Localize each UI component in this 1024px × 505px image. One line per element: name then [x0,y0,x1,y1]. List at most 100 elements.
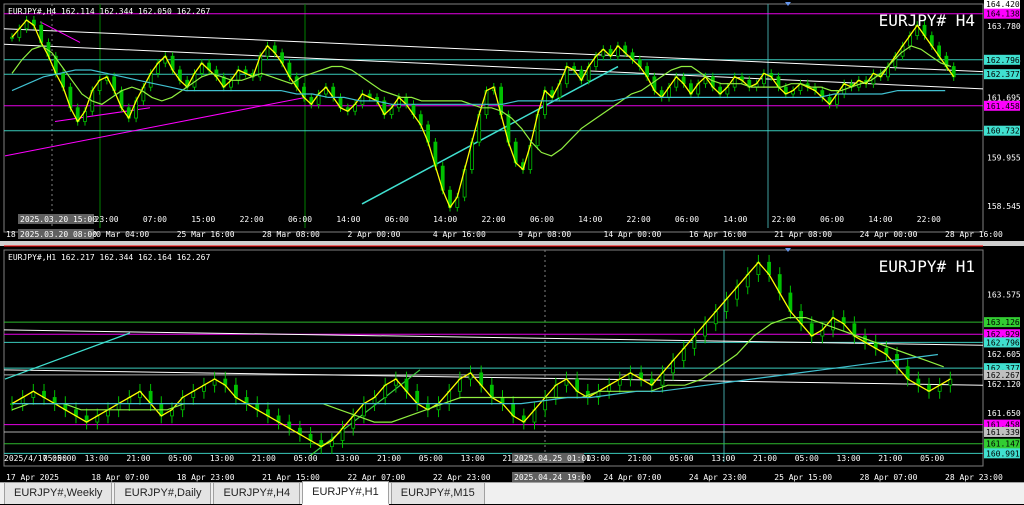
pane1-hour-label: 14:00 [723,215,747,224]
pane1-time-label: 2 Apr 00:00 [347,230,400,239]
pane1-price-label: 163.780 [987,22,1021,31]
pane1-hour-label: 22:00 [240,215,264,224]
pane1-hour-label: 06:00 [288,215,312,224]
pane2-time-label: 28 Apr 07:00 [860,473,918,482]
pane1-hour-label: 15:00 [191,215,215,224]
pane1-time-label: 21 Apr 08:00 [774,230,832,239]
pane1-series-close [11,19,955,209]
pane1-watermark: EURJPY# H4 [879,11,975,30]
pane2-time-label: 24 Apr 07:00 [604,473,662,482]
pane1-hour-label: 23:00 [95,215,119,224]
pane2-watermark: EURJPY# H1 [879,257,975,276]
pane-separator [0,241,1024,246]
pane2-hour-label: 21:00 [628,454,652,463]
pane1-hour-label: 22:00 [627,215,651,224]
pane2-price-label: 162.605 [987,350,1021,359]
pane2-hour-label: 05:00 [419,454,443,463]
pane2-price-label: 162.120 [987,380,1021,389]
pane2-hour-label: 21:00 [878,454,902,463]
pane2-trendline [3,329,984,346]
pane2-hour-label: 05:00 [168,454,192,463]
pane1-price-marker-label: 164.138 [986,10,1020,19]
pane2-hour-label: 05:00 [795,454,819,463]
pane2-hour-label: 13:00 [210,454,234,463]
pane1-hour-label: 06:00 [385,215,409,224]
pane2-price-label: 163.575 [987,291,1021,300]
pane1-time-label: 16 Apr 16:00 [689,230,747,239]
pane2-series-ma_fast [11,317,944,423]
tab-daily[interactable]: EURJPY#,Daily [114,482,212,504]
pane2-hour-label: 05:00 [920,454,944,463]
pane2-time-label: 25 Apr 15:00 [774,473,832,482]
pane2-time-label: 24 Apr 23:00 [689,473,747,482]
pane2-time-label: 18 Apr 23:00 [177,473,235,482]
tab-m15[interactable]: EURJPY#,M15 [390,482,485,504]
pane2-price-label: 161.650 [987,409,1021,418]
pane1-trendline [3,28,984,73]
pane2-time-label: 28 Apr 23:00 [945,473,1003,482]
pane1-frame [3,3,984,233]
pane2-crosshair-label: 2025.04.24 19:00 [514,473,591,482]
pane2-hour-label: 13:00 [85,454,109,463]
pane1-price-marker-label: 162.796 [986,56,1020,65]
pane1-symbol-info: EURJPY#,H4 162.114 162.344 162.050 162.2… [8,7,210,16]
tab-h1[interactable]: EURJPY#,H1 [302,481,389,505]
pane2-frame [3,249,984,467]
tab-h4[interactable]: EURJPY#,H4 [213,482,301,504]
pane1-time-label: 20 Mar 04:00 [91,230,149,239]
pane2-hour-label: 05:00 [293,454,317,463]
pane2-hour-label: 21:00 [252,454,276,463]
pane2-crosshair-label: 2025/4/17 05:00 [4,454,76,463]
pane1-price-marker-label: 160.732 [986,127,1020,136]
pane2-trendline [3,369,984,386]
pane2-hour-label: 05:00 [669,454,693,463]
pane2-price-marker-label: 162.267 [986,371,1020,380]
chart-tabs: EURJPY#,Weekly EURJPY#,Daily EURJPY#,H4 … [0,481,1024,505]
pane1-hour-label: 22:00 [772,215,796,224]
pane1-hour-label: 22:00 [917,215,941,224]
pane1-hour-label: 14:00 [336,215,360,224]
tab-weekly[interactable]: EURJPY#,Weekly [4,482,113,504]
pane1-price-label: 158.545 [987,202,1021,211]
pane1-time-label: 28 Apr 16:00 [945,230,1003,239]
pane2-hour-label: 13:00 [837,454,861,463]
pane2-hour-label: 13:00 [711,454,735,463]
pane2-crosshair-label: 2025.04.25 01:00 [514,454,591,463]
pane2-hour-label: 21:00 [753,454,777,463]
pane1-price-label: 159.955 [987,153,1021,162]
pane1-price-marker-label: 164.420 [986,0,1020,9]
pane1-crosshair-label: 2025.03.20 08:00 [20,230,97,239]
pane1-price-marker-label: 162.377 [986,70,1020,79]
pane2-time-label: 18 Apr 07:00 [91,473,149,482]
pane2-trendline-cyan [4,332,131,380]
pane1-hour-label: 06:00 [820,215,844,224]
pane2-price-marker-label: 160.991 [986,449,1020,458]
pane1-crosshair-label: 2025.03.20 15:00 [20,215,97,224]
pane2-price-marker-label: 163.126 [986,318,1020,327]
pane2-price-marker-label: 161.147 [986,440,1020,449]
pane2-hour-label: 21:00 [126,454,150,463]
pane1-hour-label: 06:00 [530,215,554,224]
pane1-hour-label: 07:00 [143,215,167,224]
pane2-price-marker-label: 161.339 [986,428,1020,437]
pane1-hour-label: 06:00 [675,215,699,224]
pane1-time-label: 28 Mar 08:00 [262,230,320,239]
pane2-time-label: 17 Apr 2025 [6,473,59,482]
pane2-hour-label: 13:00 [461,454,485,463]
pane1-time-label: 9 Apr 08:00 [518,230,571,239]
pane2-hour-label: 21:00 [377,454,401,463]
pane2-time-label: 22 Apr 23:00 [433,473,491,482]
pane1-hour-label: 14:00 [868,215,892,224]
pane1-trendline-cyan [361,65,619,205]
pane2-symbol-info: EURJPY#,H1 162.217 162.344 162.164 162.2… [8,253,210,262]
chart-area[interactable]: EURJPY#,H4 162.114 162.344 162.050 162.2… [0,0,1024,482]
pane1-hour-label: 14:00 [433,215,457,224]
pane1-time-label: 24 Apr 00:00 [860,230,918,239]
pane2-price-marker-label: 162.796 [986,338,1020,347]
pane1-time-label: 4 Apr 16:00 [433,230,486,239]
pane2-series-close [11,261,951,448]
pane2-hour-label: 13:00 [335,454,359,463]
pane1-time-label: 14 Apr 00:00 [604,230,662,239]
pane1-hour-label: 22:00 [481,215,505,224]
pane1-time-label: 25 Mar 16:00 [177,230,235,239]
